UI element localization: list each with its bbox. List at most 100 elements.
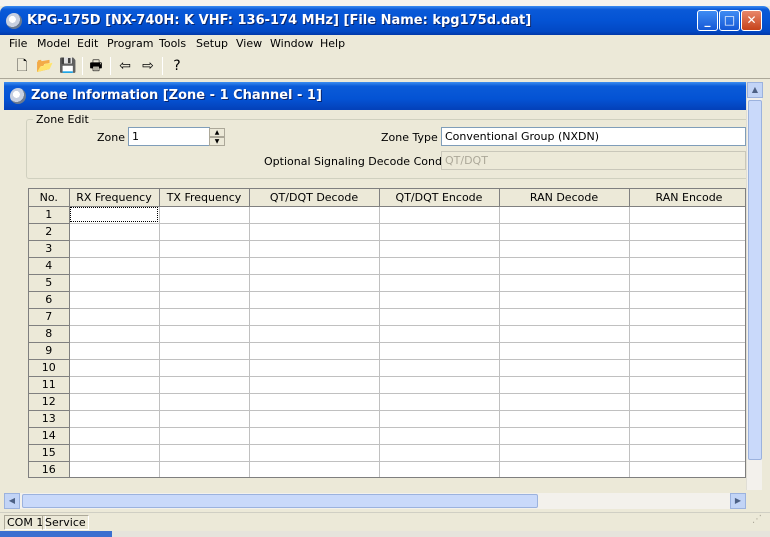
grid-cell[interactable] bbox=[249, 257, 380, 275]
grid-cell[interactable] bbox=[629, 308, 745, 326]
vertical-scrollbar[interactable]: ▲ bbox=[746, 82, 763, 490]
grid-cell[interactable] bbox=[629, 376, 745, 394]
menu-model[interactable]: Model bbox=[37, 37, 70, 50]
spin-up-icon[interactable]: ▲ bbox=[209, 128, 225, 137]
grid-cell[interactable] bbox=[159, 393, 250, 411]
table-row[interactable]: 5 bbox=[29, 274, 745, 292]
grid-cell[interactable] bbox=[379, 427, 500, 445]
grid-cell[interactable] bbox=[159, 427, 250, 445]
table-row[interactable]: 11 bbox=[29, 376, 745, 394]
menu-file[interactable]: File bbox=[9, 37, 27, 50]
table-row[interactable]: 1 bbox=[29, 206, 745, 224]
help-icon[interactable]: ? bbox=[167, 56, 187, 76]
grid-cell[interactable] bbox=[159, 308, 250, 326]
table-row[interactable]: 8 bbox=[29, 325, 745, 343]
column-header-rx-frequency[interactable]: RX Frequency bbox=[69, 189, 160, 207]
grid-cell[interactable] bbox=[379, 376, 500, 394]
grid-cell[interactable] bbox=[159, 206, 250, 224]
app-title-bar[interactable]: KPG-175D [NX-740H: K VHF: 136-174 MHz] [… bbox=[0, 6, 770, 35]
grid-cell[interactable] bbox=[69, 444, 160, 462]
resize-grip-icon[interactable]: ⋰ bbox=[752, 514, 766, 528]
column-header-tx-frequency[interactable]: TX Frequency bbox=[159, 189, 250, 207]
grid-cell[interactable] bbox=[249, 359, 380, 377]
grid-cell[interactable] bbox=[69, 393, 160, 411]
grid-cell[interactable] bbox=[499, 223, 630, 241]
grid-cell[interactable] bbox=[629, 393, 745, 411]
grid-cell[interactable] bbox=[379, 461, 500, 477]
grid-cell[interactable] bbox=[69, 342, 160, 360]
grid-cell[interactable] bbox=[249, 410, 380, 428]
table-row[interactable]: 3 bbox=[29, 240, 745, 258]
menu-help[interactable]: Help bbox=[320, 37, 345, 50]
grid-cell[interactable] bbox=[69, 308, 160, 326]
grid-cell[interactable] bbox=[629, 444, 745, 462]
zone-input[interactable]: 1 bbox=[128, 127, 210, 146]
table-row[interactable]: 4 bbox=[29, 257, 745, 275]
grid-cell[interactable] bbox=[249, 240, 380, 258]
table-row[interactable]: 2 bbox=[29, 223, 745, 241]
grid-cell[interactable] bbox=[499, 342, 630, 360]
grid-cell[interactable] bbox=[69, 206, 160, 224]
column-header-qt-dqt-encode[interactable]: QT/DQT Encode bbox=[379, 189, 500, 207]
horizontal-scrollbar[interactable]: ◀ ▶ bbox=[4, 493, 746, 509]
zone-spinner[interactable]: ▲ ▼ bbox=[209, 128, 225, 146]
open-folder-icon[interactable]: 📂 bbox=[35, 56, 55, 76]
grid-cell[interactable] bbox=[69, 274, 160, 292]
table-row[interactable]: 15 bbox=[29, 444, 745, 462]
table-row[interactable]: 6 bbox=[29, 291, 745, 309]
grid-cell[interactable] bbox=[379, 206, 500, 224]
grid-cell[interactable] bbox=[249, 461, 380, 477]
grid-cell[interactable] bbox=[69, 257, 160, 275]
grid-cell[interactable] bbox=[629, 410, 745, 428]
grid-cell[interactable] bbox=[379, 308, 500, 326]
grid-cell[interactable] bbox=[629, 461, 745, 477]
grid-cell[interactable] bbox=[499, 461, 630, 477]
grid-cell[interactable] bbox=[159, 444, 250, 462]
scroll-right-icon[interactable]: ▶ bbox=[730, 493, 746, 509]
grid-cell[interactable] bbox=[159, 240, 250, 258]
grid-cell[interactable] bbox=[629, 342, 745, 360]
grid-cell[interactable] bbox=[69, 461, 160, 477]
menu-edit[interactable]: Edit bbox=[77, 37, 98, 50]
grid-cell[interactable] bbox=[159, 342, 250, 360]
grid-cell[interactable] bbox=[159, 376, 250, 394]
grid-cell[interactable] bbox=[629, 274, 745, 292]
grid-cell[interactable] bbox=[379, 444, 500, 462]
grid-cell[interactable] bbox=[499, 427, 630, 445]
column-header-ran-decode[interactable]: RAN Decode bbox=[499, 189, 630, 207]
minimize-button[interactable]: _ bbox=[697, 10, 718, 31]
column-header-qt-dqt-decode[interactable]: QT/DQT Decode bbox=[249, 189, 380, 207]
grid-cell[interactable] bbox=[499, 257, 630, 275]
grid-cell[interactable] bbox=[69, 240, 160, 258]
grid-cell[interactable] bbox=[159, 257, 250, 275]
spin-down-icon[interactable]: ▼ bbox=[209, 137, 225, 146]
grid-cell[interactable] bbox=[249, 291, 380, 309]
grid-cell[interactable] bbox=[379, 223, 500, 241]
menu-tools[interactable]: Tools bbox=[159, 37, 186, 50]
grid-cell[interactable] bbox=[629, 240, 745, 258]
grid-cell[interactable] bbox=[379, 410, 500, 428]
grid-cell[interactable] bbox=[379, 240, 500, 258]
table-row[interactable]: 7 bbox=[29, 308, 745, 326]
column-header-no[interactable]: No. bbox=[29, 189, 70, 207]
read-radio-icon[interactable]: ⇦ bbox=[115, 56, 135, 76]
grid-cell[interactable] bbox=[379, 359, 500, 377]
table-row[interactable]: 9 bbox=[29, 342, 745, 360]
grid-cell[interactable] bbox=[379, 325, 500, 343]
menu-program[interactable]: Program bbox=[107, 37, 153, 50]
vertical-scroll-thumb[interactable] bbox=[748, 100, 762, 460]
grid-cell[interactable] bbox=[159, 359, 250, 377]
grid-cell[interactable] bbox=[69, 325, 160, 343]
table-row[interactable]: 14 bbox=[29, 427, 745, 445]
table-row[interactable]: 10 bbox=[29, 359, 745, 377]
grid-cell[interactable] bbox=[159, 291, 250, 309]
scroll-up-icon[interactable]: ▲ bbox=[747, 82, 763, 98]
close-button[interactable]: ✕ bbox=[741, 10, 762, 31]
menu-setup[interactable]: Setup bbox=[196, 37, 228, 50]
new-file-icon[interactable]: 🗋 bbox=[12, 56, 32, 76]
grid-cell[interactable] bbox=[249, 308, 380, 326]
grid-cell[interactable] bbox=[69, 359, 160, 377]
grid-cell[interactable] bbox=[629, 427, 745, 445]
grid-cell[interactable] bbox=[629, 257, 745, 275]
grid-cell[interactable] bbox=[499, 359, 630, 377]
